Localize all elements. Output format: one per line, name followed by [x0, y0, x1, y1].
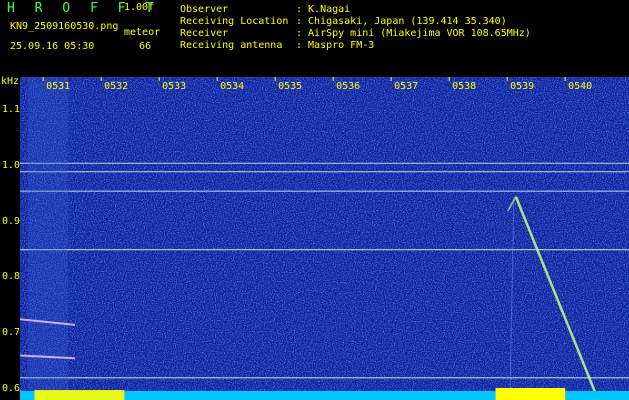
location-key: Receiving Location [180, 16, 289, 27]
y-tick-label: 0.6 [2, 382, 21, 394]
spectrogram: 0531 0532 0533 0534 0535 0536 0537 0538 0539 0540 [20, 77, 629, 400]
header-panel: H R O F F T 1.00f KN9_2509160530.png met… [0, 0, 629, 74]
version-label: 1.00f [124, 2, 155, 13]
noise-texture [20, 77, 629, 400]
receiver-value: : AirSpy mini (Miakejima VOR 108.65MHz) [296, 28, 531, 39]
y-tick-label: 1.0 [2, 160, 21, 172]
y-tick-label: 0.7 [2, 327, 21, 339]
x-tick-label: 0534 [220, 81, 244, 92]
meteor-count: 66 [139, 41, 152, 52]
x-tick-label: 0538 [452, 81, 476, 92]
location-value: : Chigasaki, Japan (139.414 35.340) [296, 16, 507, 27]
observer-key: Observer [180, 4, 229, 15]
file-name: KN9_2509160530.png [10, 21, 119, 32]
meteor-label: meteor [124, 27, 161, 38]
noise-band [28, 77, 68, 400]
x-tick-label: 0531 [46, 81, 70, 92]
observer-value: : K.Nagai [296, 4, 351, 15]
spectrogram-svg: 0531 0532 0533 0534 0535 0536 0537 0538 0539 0540 [20, 77, 629, 400]
antenna-value: : Maspro FM-3 [296, 40, 375, 51]
x-tick-label: 0535 [278, 81, 302, 92]
bottom-burst-left [34, 390, 125, 400]
x-tick-label: 0532 [104, 81, 128, 92]
x-tick-label: 0536 [336, 81, 360, 92]
x-tick-label: 0537 [394, 81, 418, 92]
y-tick-label: 1.1 [2, 104, 21, 116]
x-tick-label: 0533 [162, 81, 186, 92]
antenna-key: Receiving antenna [180, 40, 283, 51]
y-tick-label: 0.9 [2, 215, 21, 227]
y-axis-unit: kHz [1, 76, 20, 87]
x-tick-label: 0540 [568, 81, 592, 92]
bottom-burst-right [495, 388, 566, 400]
y-tick-label: 0.8 [2, 271, 21, 283]
x-tick-label: 0539 [510, 81, 534, 92]
receiver-key: Receiver [180, 28, 229, 39]
timestamp: 25.09.16 05:30 [10, 41, 95, 52]
